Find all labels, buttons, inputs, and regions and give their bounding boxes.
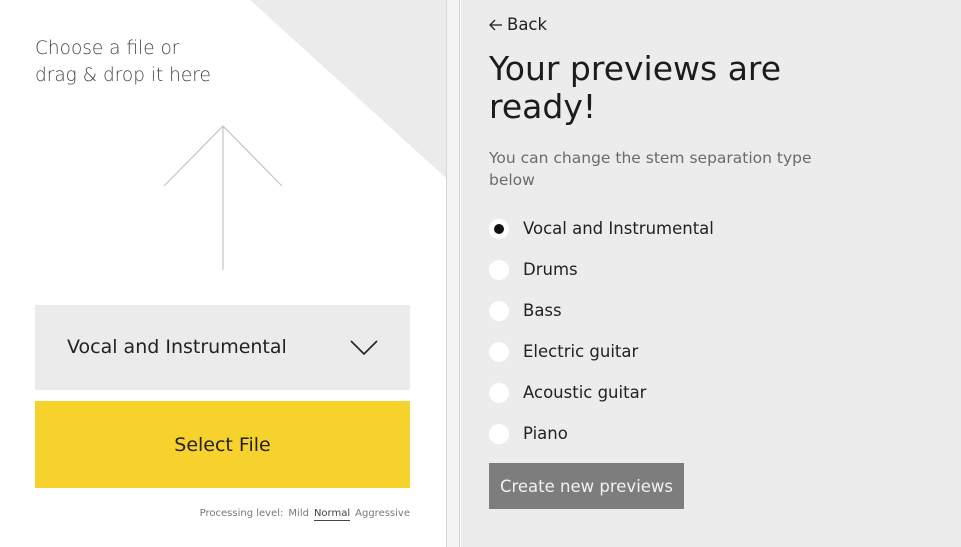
arrow-left-icon (489, 19, 502, 30)
processing-option-aggressive[interactable]: Aggressive (355, 508, 410, 519)
select-file-button[interactable]: Select File (35, 401, 410, 488)
radio-selected-icon[interactable] (489, 218, 509, 239)
processing-option-normal[interactable]: Normal (313, 508, 351, 521)
chevron-down-icon (350, 340, 378, 356)
radio-unselected-icon[interactable] (489, 423, 509, 444)
radio-option-bass[interactable]: Bass (489, 290, 929, 331)
radio-label: Vocal and Instrumental (523, 219, 714, 238)
processing-level: Processing level: Mild Normal Aggressive (200, 508, 410, 521)
separation-type-dropdown[interactable]: Vocal and Instrumental (35, 305, 410, 390)
radio-option-drums[interactable]: Drums (489, 249, 929, 290)
processing-level-label: Processing level: (199, 508, 284, 519)
radio-label: Piano (523, 424, 568, 443)
processing-option-mild[interactable]: Mild (288, 508, 309, 519)
panel-divider (447, 0, 460, 547)
upload-prompt-line2: drag & drop it here (35, 65, 211, 86)
radio-unselected-icon[interactable] (489, 300, 509, 321)
upload-prompt-line1: Choose a file or (35, 38, 180, 59)
radio-label: Drums (523, 260, 578, 279)
dropdown-selected-value: Vocal and Instrumental (67, 336, 287, 358)
upload-arrow-icon (163, 125, 283, 270)
app-root: Choose a file or drag & drop it here Voc… (0, 0, 961, 547)
upload-prompt: Choose a file or drag & drop it here (35, 35, 275, 89)
radio-label: Bass (523, 301, 562, 320)
radio-option-acoustic-guitar[interactable]: Acoustic guitar (489, 372, 929, 413)
radio-option-piano[interactable]: Piano (489, 413, 929, 454)
back-label: Back (507, 15, 548, 34)
create-new-previews-button[interactable]: Create new previews (489, 463, 684, 509)
radio-unselected-icon[interactable] (489, 259, 509, 280)
radio-unselected-icon[interactable] (489, 382, 509, 403)
radio-label: Acoustic guitar (523, 383, 647, 402)
radio-unselected-icon[interactable] (489, 341, 509, 362)
previews-panel: Back Your previews are ready! You can ch… (461, 0, 961, 547)
back-link[interactable]: Back (489, 15, 547, 34)
stem-type-radio-group: Vocal and Instrumental Drums Bass Electr… (489, 208, 929, 454)
radio-option-vocal-instrumental[interactable]: Vocal and Instrumental (489, 208, 929, 249)
radio-option-electric-guitar[interactable]: Electric guitar (489, 331, 929, 372)
upload-panel[interactable]: Choose a file or drag & drop it here Voc… (0, 0, 447, 547)
page-subtitle: You can change the stem separation type … (489, 149, 812, 189)
radio-label: Electric guitar (523, 342, 639, 361)
page-title: Your previews are ready! (489, 49, 782, 126)
